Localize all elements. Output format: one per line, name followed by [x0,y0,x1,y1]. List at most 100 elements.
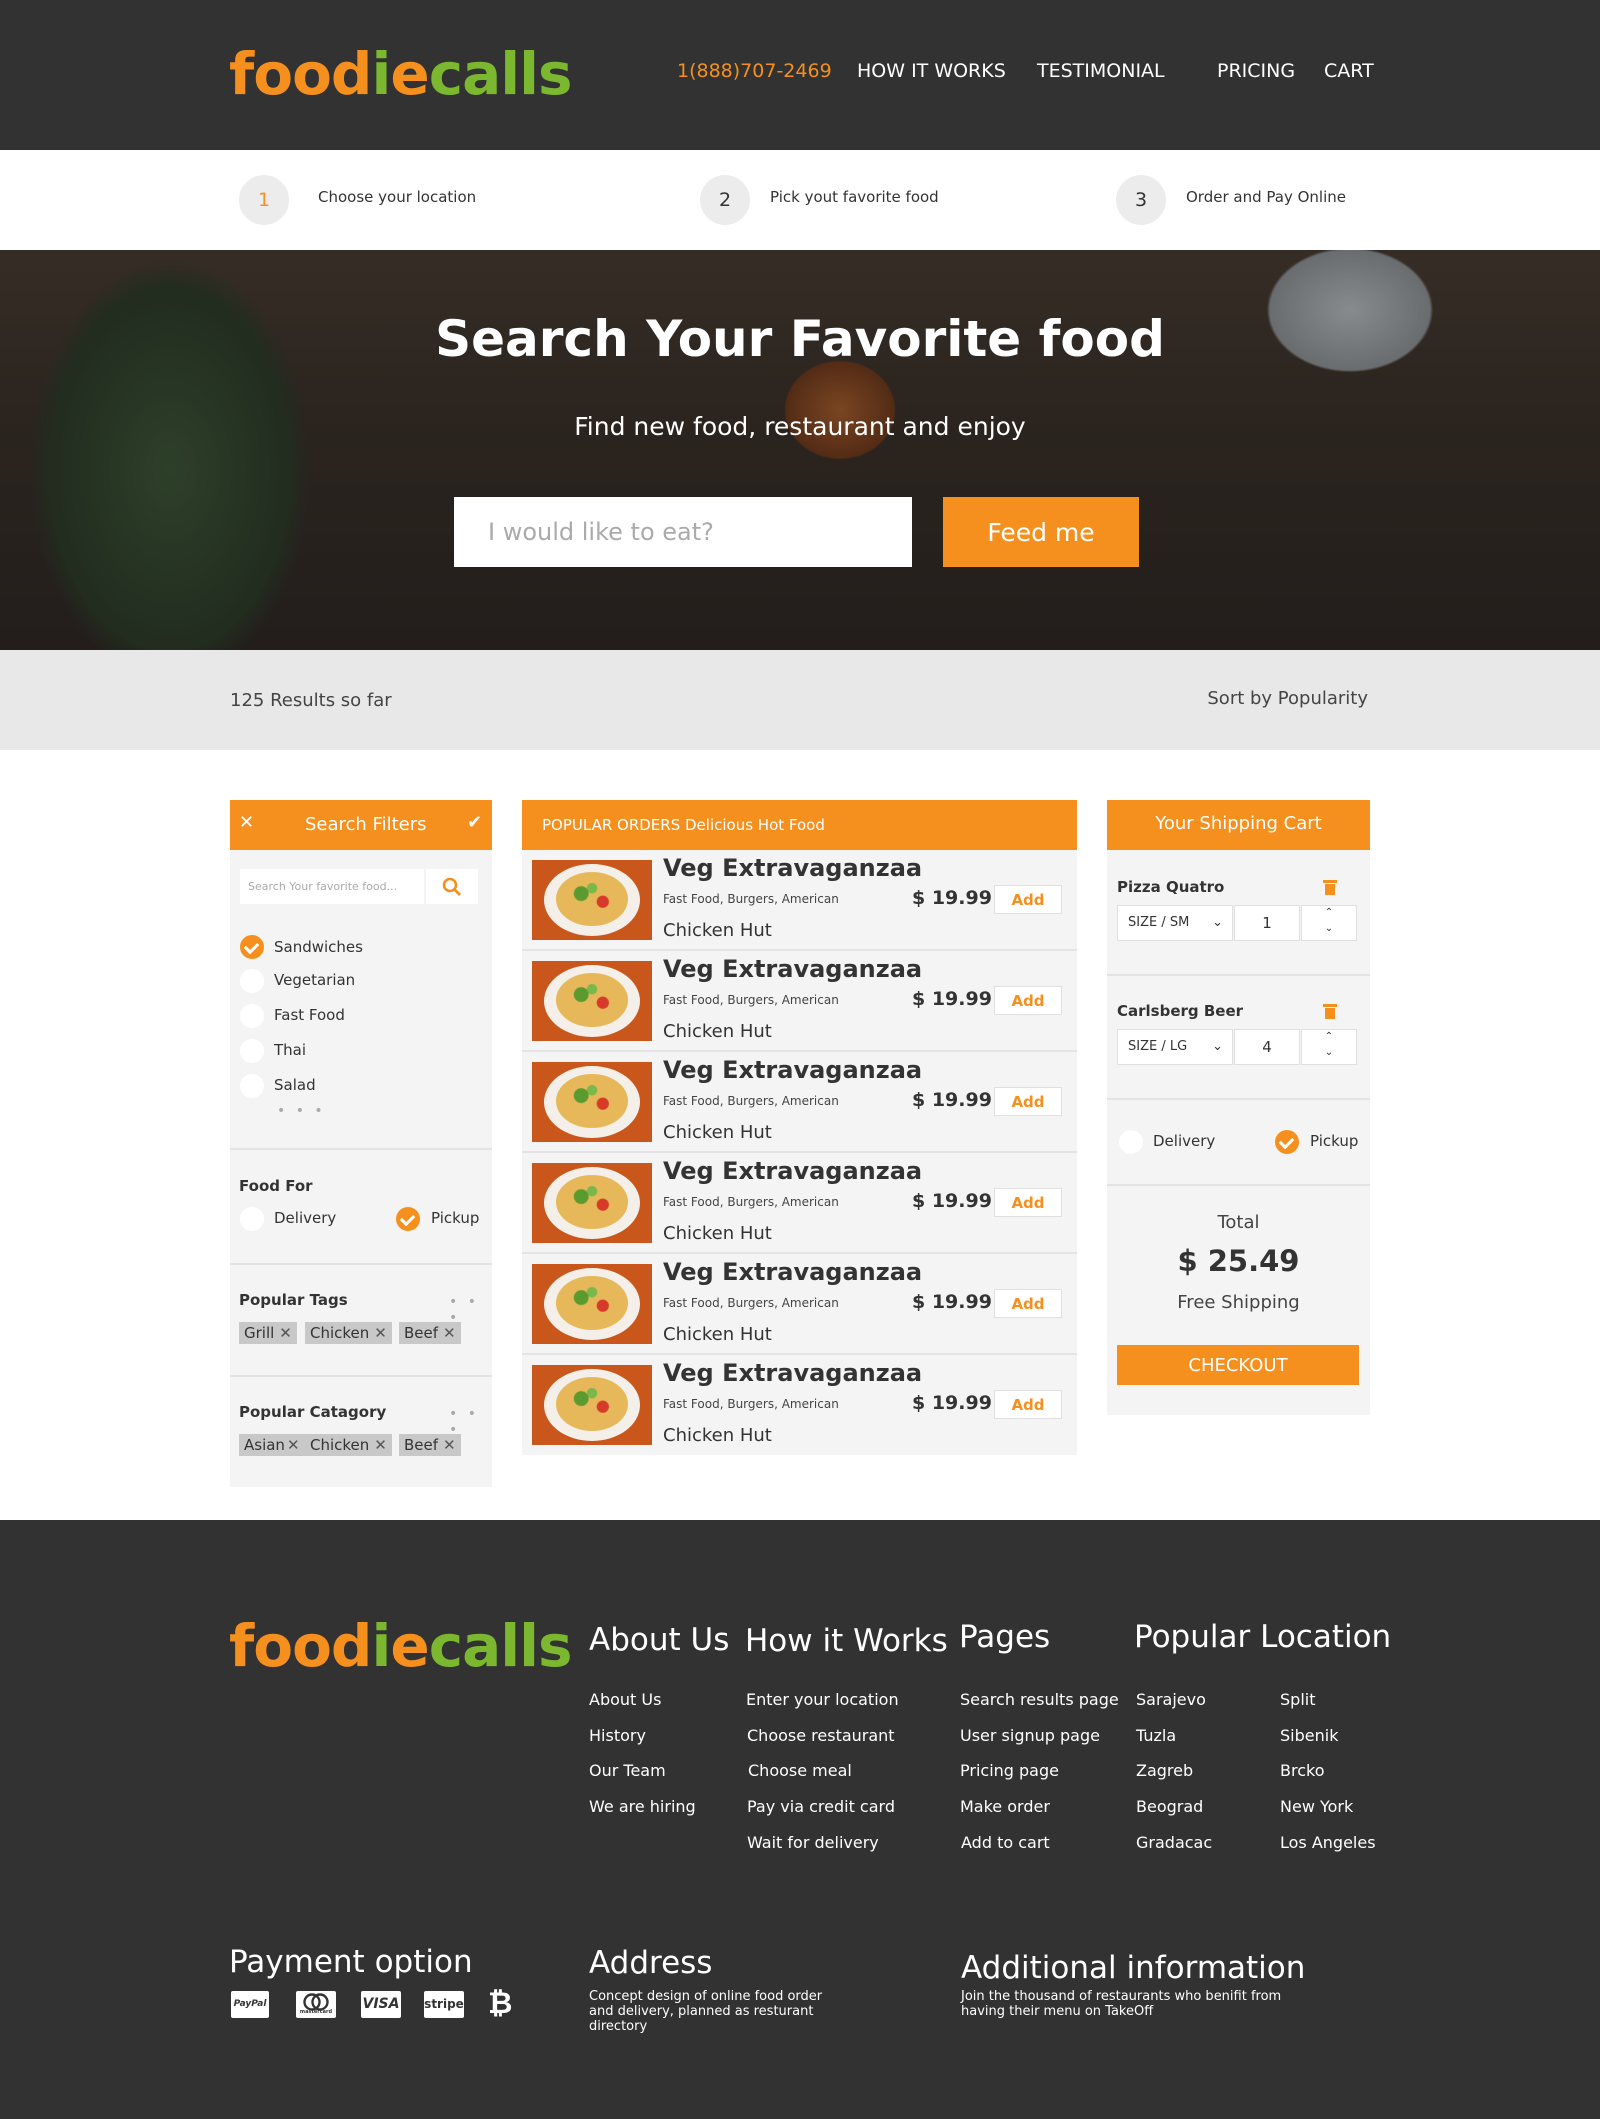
footer-link[interactable]: History [589,1726,646,1745]
more-dots-icon[interactable]: • • • [277,1103,326,1119]
remove-icon[interactable]: ✕ [374,1324,387,1342]
remove-icon[interactable]: ✕ [287,1436,300,1454]
trash-icon[interactable] [1323,1003,1337,1019]
footer-link[interactable]: Choose meal [748,1761,852,1780]
dish-price: $ 19.99 [912,988,992,1010]
trash-icon[interactable] [1323,879,1337,895]
footer-link[interactable]: Our Team [589,1761,666,1780]
visa-icon: VISA [361,1991,401,2018]
nav-pricing[interactable]: PRICING [1217,60,1295,82]
footer-link[interactable]: New York [1280,1797,1353,1816]
quantity-input[interactable]: 1 [1234,905,1300,941]
tag-chip[interactable]: Beef ✕ [399,1322,461,1344]
checkbox-sandwiches[interactable] [240,935,264,959]
chevron-up-icon[interactable]: ⌃ [1302,1031,1356,1042]
sort-dropdown[interactable]: Sort by Popularity [1207,688,1368,709]
quantity-stepper[interactable]: ⌃ ⌄ [1301,1029,1357,1065]
footer-link[interactable]: Choose restaurant [747,1726,895,1745]
checkbox-fast-food[interactable] [240,1004,264,1028]
nav-how-it-works[interactable]: HOW IT WORKS [857,60,1006,82]
quantity-stepper[interactable]: ⌃ ⌄ [1301,905,1357,941]
restaurant-name: Chicken Hut [663,920,772,941]
footer-link[interactable]: Enter your location [746,1690,899,1709]
footer-link[interactable]: Tuzla [1136,1726,1176,1745]
cart-radio-pickup[interactable] [1275,1130,1299,1154]
tag-chip[interactable]: Grill ✕ [239,1322,297,1344]
footer-link[interactable]: Sarajevo [1136,1690,1206,1709]
order-row[interactable]: Veg Extravaganzaa Fast Food, Burgers, Am… [522,1355,1077,1456]
step-number-2: 2 [700,175,750,225]
footer-link[interactable]: Search results page [960,1690,1119,1709]
checkbox-thai[interactable] [240,1039,264,1063]
remove-icon[interactable]: ✕ [279,1324,292,1342]
radio-pickup[interactable] [396,1207,420,1231]
chevron-up-icon[interactable]: ⌃ [1302,907,1356,918]
close-icon[interactable]: ✕ [239,812,254,833]
dish-name: Veg Extravaganzaa [663,1359,923,1387]
size-select[interactable]: SIZE / LG ⌄ [1117,1029,1233,1065]
nav-phone[interactable]: 1(888)707-2469 [677,60,832,82]
category-chip[interactable]: Asian ✕ [239,1434,305,1456]
radio-delivery[interactable] [240,1207,264,1231]
footer-link[interactable]: Wait for delivery [747,1833,879,1852]
chevron-down-icon[interactable]: ⌄ [1302,1047,1356,1058]
footer-link[interactable]: Gradacac [1136,1833,1212,1852]
remove-icon[interactable]: ✕ [443,1436,456,1454]
footer-link[interactable]: Make order [960,1797,1050,1816]
nav-testimonial[interactable]: TESTIMONIAL [1037,60,1165,82]
filter-search-input[interactable]: Search Your favorite food... [240,869,424,904]
checkout-button[interactable]: CHECKOUT [1117,1345,1359,1385]
remove-icon[interactable]: ✕ [374,1436,387,1454]
footer-link[interactable]: About Us [589,1690,661,1709]
add-to-cart-button[interactable]: Add [994,1087,1062,1116]
restaurant-name: Chicken Hut [663,1425,772,1446]
footer-link[interactable]: Zagreb [1136,1761,1193,1780]
order-row[interactable]: Veg Extravaganzaa Fast Food, Burgers, Am… [522,1052,1077,1153]
chevron-down-icon: ⌄ [1212,915,1223,930]
order-row[interactable]: Veg Extravaganzaa Fast Food, Burgers, Am… [522,1254,1077,1355]
remove-icon[interactable]: ✕ [443,1324,456,1342]
dish-categories: Fast Food, Burgers, American [663,993,839,1007]
footer-link[interactable]: Los Angeles [1280,1833,1376,1852]
dish-name: Veg Extravaganzaa [663,1056,923,1084]
footer-link[interactable]: We are hiring [589,1797,696,1816]
food-search-input[interactable] [454,497,912,567]
check-icon[interactable]: ✔ [467,812,482,833]
dish-categories: Fast Food, Burgers, American [663,1296,839,1310]
add-to-cart-button[interactable]: Add [994,986,1062,1015]
site-logo[interactable]: foodiecalls [229,40,573,108]
footer-logo[interactable]: foodiecalls [229,1612,573,1680]
category-chip[interactable]: Chicken ✕ [305,1434,392,1456]
add-to-cart-button[interactable]: Add [994,1390,1062,1419]
order-row[interactable]: Veg Extravaganzaa Fast Food, Burgers, Am… [522,1153,1077,1254]
footer-link[interactable]: Brcko [1280,1761,1324,1780]
footer-pages-title: Pages [959,1619,1051,1655]
feed-me-button[interactable]: Feed me [943,497,1139,567]
footer-link[interactable]: Sibenik [1280,1726,1338,1745]
quantity-input[interactable]: 4 [1234,1029,1300,1065]
tag-chip[interactable]: Chicken ✕ [305,1322,392,1344]
footer-link[interactable]: Pricing page [960,1761,1059,1780]
category-chip[interactable]: Beef ✕ [399,1434,461,1456]
checkbox-vegetarian[interactable] [240,969,264,993]
category-chip-label: Asian [244,1436,285,1454]
footer-link[interactable]: Split [1280,1690,1315,1709]
footer-link[interactable]: Beograd [1136,1797,1203,1816]
order-row[interactable]: Veg Extravaganzaa Fast Food, Burgers, Am… [522,850,1077,951]
chevron-down-icon[interactable]: ⌄ [1302,923,1356,934]
logo-text-food: food [229,1612,372,1680]
filter-search-button[interactable] [426,869,478,904]
footer-link[interactable]: User signup page [960,1726,1100,1745]
food-for-delivery-label: Delivery [274,1209,337,1227]
add-to-cart-button[interactable]: Add [994,1188,1062,1217]
add-to-cart-button[interactable]: Add [994,1289,1062,1318]
footer-link[interactable]: Pay via credit card [747,1797,895,1816]
order-row[interactable]: Veg Extravaganzaa Fast Food, Burgers, Am… [522,951,1077,1052]
nav-cart[interactable]: CART [1324,60,1374,82]
add-to-cart-button[interactable]: Add [994,885,1062,914]
checkbox-salad[interactable] [240,1074,264,1098]
chevron-down-icon: ⌄ [1212,1039,1223,1054]
cart-radio-delivery[interactable] [1119,1130,1143,1154]
footer-link[interactable]: Add to cart [961,1833,1050,1852]
size-select[interactable]: SIZE / SM ⌄ [1117,905,1233,941]
